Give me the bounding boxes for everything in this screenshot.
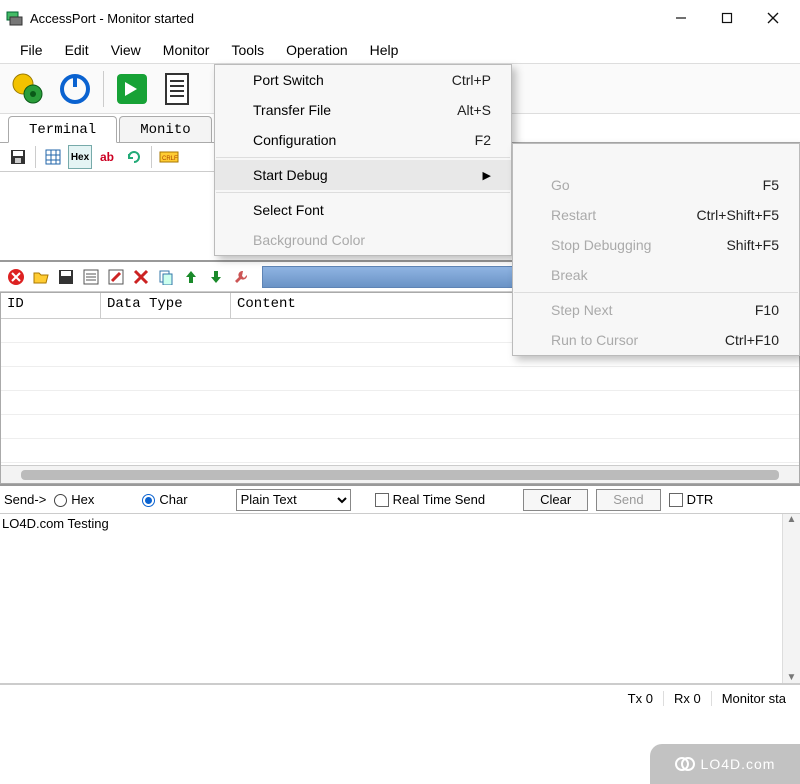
save-icon[interactable] [6, 145, 30, 169]
tab-monitor[interactable]: Monito [119, 116, 211, 142]
delete-icon[interactable] [4, 265, 28, 289]
hex-toggle[interactable]: Hex [68, 145, 92, 169]
window-title: AccessPort - Monitor started [30, 11, 194, 26]
h-scrollbar[interactable] [1, 465, 799, 483]
menu-separator [216, 157, 510, 158]
menu-item-background-color: Background Color [215, 225, 511, 255]
menu-item-step-next: Step NextF10 [513, 295, 799, 325]
save2-icon[interactable] [54, 265, 78, 289]
menu-item-stop-debugging: Stop DebuggingShift+F5 [513, 230, 799, 260]
menu-item-restart: RestartCtrl+Shift+F5 [513, 200, 799, 230]
menu-item-configuration[interactable]: ConfigurationF2 [215, 125, 511, 155]
scroll-up-icon[interactable]: ▲ [787, 514, 797, 525]
gears-icon[interactable] [8, 69, 50, 109]
menu-item-port-switch[interactable]: Port SwitchCtrl+P [215, 65, 511, 95]
document-icon[interactable] [157, 69, 199, 109]
menu-monitor[interactable]: Monitor [153, 38, 220, 62]
close-button[interactable] [750, 3, 796, 33]
status-rx: Rx 0 [664, 691, 712, 706]
tab-terminal[interactable]: Terminal [8, 116, 117, 143]
menu-item-start-debug[interactable]: Start Debug▶ [215, 160, 511, 190]
debug-submenu: GoF5RestartCtrl+Shift+F5Stop DebuggingSh… [512, 143, 800, 356]
maximize-button[interactable] [704, 3, 750, 33]
toolbar-separator [103, 71, 104, 107]
watermark: LO4D.com [650, 744, 800, 784]
arrow-right-icon[interactable] [111, 69, 153, 109]
separator [151, 146, 152, 168]
svg-text:CRLF: CRLF [162, 156, 178, 162]
menubar: File Edit View Monitor Tools Operation H… [0, 36, 800, 64]
send-button[interactable]: Send [596, 489, 660, 511]
menu-item-go: GoF5 [513, 170, 799, 200]
wrench-icon[interactable] [229, 265, 253, 289]
up-arrow-icon[interactable] [179, 265, 203, 289]
radio-char[interactable]: Char [142, 492, 187, 507]
refresh-icon[interactable] [122, 145, 146, 169]
menu-separator [514, 292, 798, 293]
format-select[interactable]: Plain Text [236, 489, 351, 511]
menu-view[interactable]: View [101, 38, 151, 62]
radio-hex[interactable]: Hex [54, 492, 94, 507]
col-id[interactable]: ID [1, 293, 101, 318]
menu-tools[interactable]: Tools [221, 38, 274, 62]
statusbar: Tx 0 Rx 0 Monitor sta [0, 684, 800, 712]
app-icon [6, 9, 24, 27]
ab-icon[interactable]: ab [95, 145, 119, 169]
power-icon[interactable] [54, 69, 96, 109]
crlf-icon[interactable]: CRLF [157, 145, 181, 169]
send-text-input[interactable]: LO4D.com Testing [0, 514, 782, 683]
menu-item-run-to-cursor: Run to CursorCtrl+F10 [513, 325, 799, 355]
col-datatype[interactable]: Data Type [101, 293, 231, 318]
clear-button[interactable]: Clear [523, 489, 588, 511]
menu-edit[interactable]: Edit [55, 38, 99, 62]
menu-item-transfer-file[interactable]: Transfer FileAlt+S [215, 95, 511, 125]
send-label: Send-> [4, 492, 46, 507]
table-row[interactable] [1, 391, 799, 415]
list-icon[interactable] [79, 265, 103, 289]
status-monitor: Monitor sta [712, 691, 796, 706]
menu-item-break: Break [513, 260, 799, 290]
menu-help[interactable]: Help [360, 38, 409, 62]
dtr-checkbox[interactable]: DTR [669, 492, 714, 508]
down-arrow-icon[interactable] [204, 265, 228, 289]
tools-menu: Port SwitchCtrl+PTransfer FileAlt+SConfi… [214, 64, 512, 256]
menu-item-select-font[interactable]: Select Font [215, 195, 511, 225]
edit-icon[interactable] [104, 265, 128, 289]
input-area: LO4D.com Testing ▲ ▼ [0, 514, 800, 684]
table-row[interactable] [1, 415, 799, 439]
grid-icon[interactable] [41, 145, 65, 169]
status-tx: Tx 0 [618, 691, 664, 706]
titlebar: AccessPort - Monitor started [0, 0, 800, 36]
minimize-button[interactable] [658, 3, 704, 33]
menu-file[interactable]: File [10, 38, 53, 62]
scroll-down-icon[interactable]: ▼ [787, 672, 797, 683]
copy-icon[interactable] [154, 265, 178, 289]
v-scrollbar[interactable]: ▲ ▼ [782, 514, 800, 683]
x-icon[interactable] [129, 265, 153, 289]
menu-separator [216, 192, 510, 193]
separator [35, 146, 36, 168]
open-icon[interactable] [29, 265, 53, 289]
table-row[interactable] [1, 439, 799, 463]
chevron-right-icon: ▶ [453, 169, 491, 182]
table-row[interactable] [1, 367, 799, 391]
menu-operation[interactable]: Operation [276, 38, 357, 62]
realtime-checkbox[interactable]: Real Time Send [375, 492, 486, 508]
send-row: Send-> Hex Char Plain Text Real Time Sen… [0, 484, 800, 514]
